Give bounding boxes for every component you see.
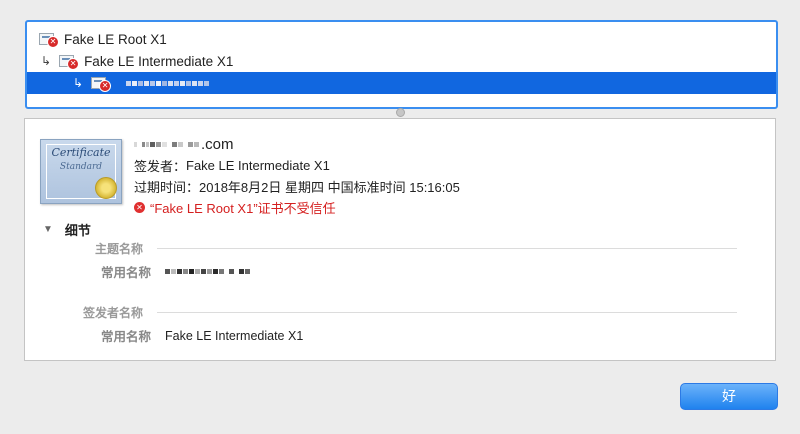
subject-name-header: 主题名称 <box>95 240 738 257</box>
disclosure-triangle-icon: ▼ <box>43 224 53 235</box>
expiry-line: 过期时间： 2018年8月2日 星期四 中国标准时间 15:16:05 <box>134 180 460 195</box>
child-arrow-icon: ↳ <box>41 54 52 68</box>
certificate-chain-list[interactable]: ✕ Fake LE Root X1 ↳ ✕ Fake LE Intermedia… <box>25 20 778 109</box>
untrusted-certificate-icon: ✕ <box>91 76 112 92</box>
trust-error-line: ✕ “Fake LE Root X1”证书不受信任 <box>134 197 460 218</box>
chain-item-intermediate[interactable]: ↳ ✕ Fake LE Intermediate X1 <box>27 50 776 72</box>
certificate-details-panel: Certificate Standard .com 签发者： Fake LE In… <box>24 118 776 361</box>
issuer-name-header: 签发者名称 <box>83 304 738 321</box>
redacted-common-name <box>165 269 250 274</box>
certificate-domain: .com <box>134 133 460 155</box>
redacted-domain <box>134 141 199 147</box>
splitter-handle[interactable] <box>396 108 405 117</box>
chain-item-label: Fake LE Intermediate X1 <box>84 53 234 69</box>
certificate-summary: .com 签发者： Fake LE Intermediate X1 过期时间： 20… <box>134 133 460 218</box>
issuer-line: 签发者： Fake LE Intermediate X1 <box>134 158 330 174</box>
details-disclosure[interactable]: ▼ 细节 <box>43 220 91 239</box>
untrusted-certificate-icon: ✕ <box>39 32 59 48</box>
ok-button[interactable]: 好 <box>680 383 778 410</box>
subject-common-name-row: 常用名称 <box>25 262 250 281</box>
chain-item-root[interactable]: ✕ Fake LE Root X1 <box>27 28 776 50</box>
error-icon: ✕ <box>134 202 145 213</box>
chain-item-leaf[interactable]: ↳ ✕ <box>27 72 776 94</box>
untrusted-certificate-icon: ✕ <box>59 54 80 70</box>
child-arrow-icon: ↳ <box>73 76 84 90</box>
chain-item-label: Fake LE Root X1 <box>64 31 167 47</box>
certificate-icon: Certificate Standard <box>40 139 122 204</box>
issuer-common-name-row: 常用名称 Fake LE Intermediate X1 <box>100 328 304 345</box>
redacted-domain <box>126 80 210 86</box>
